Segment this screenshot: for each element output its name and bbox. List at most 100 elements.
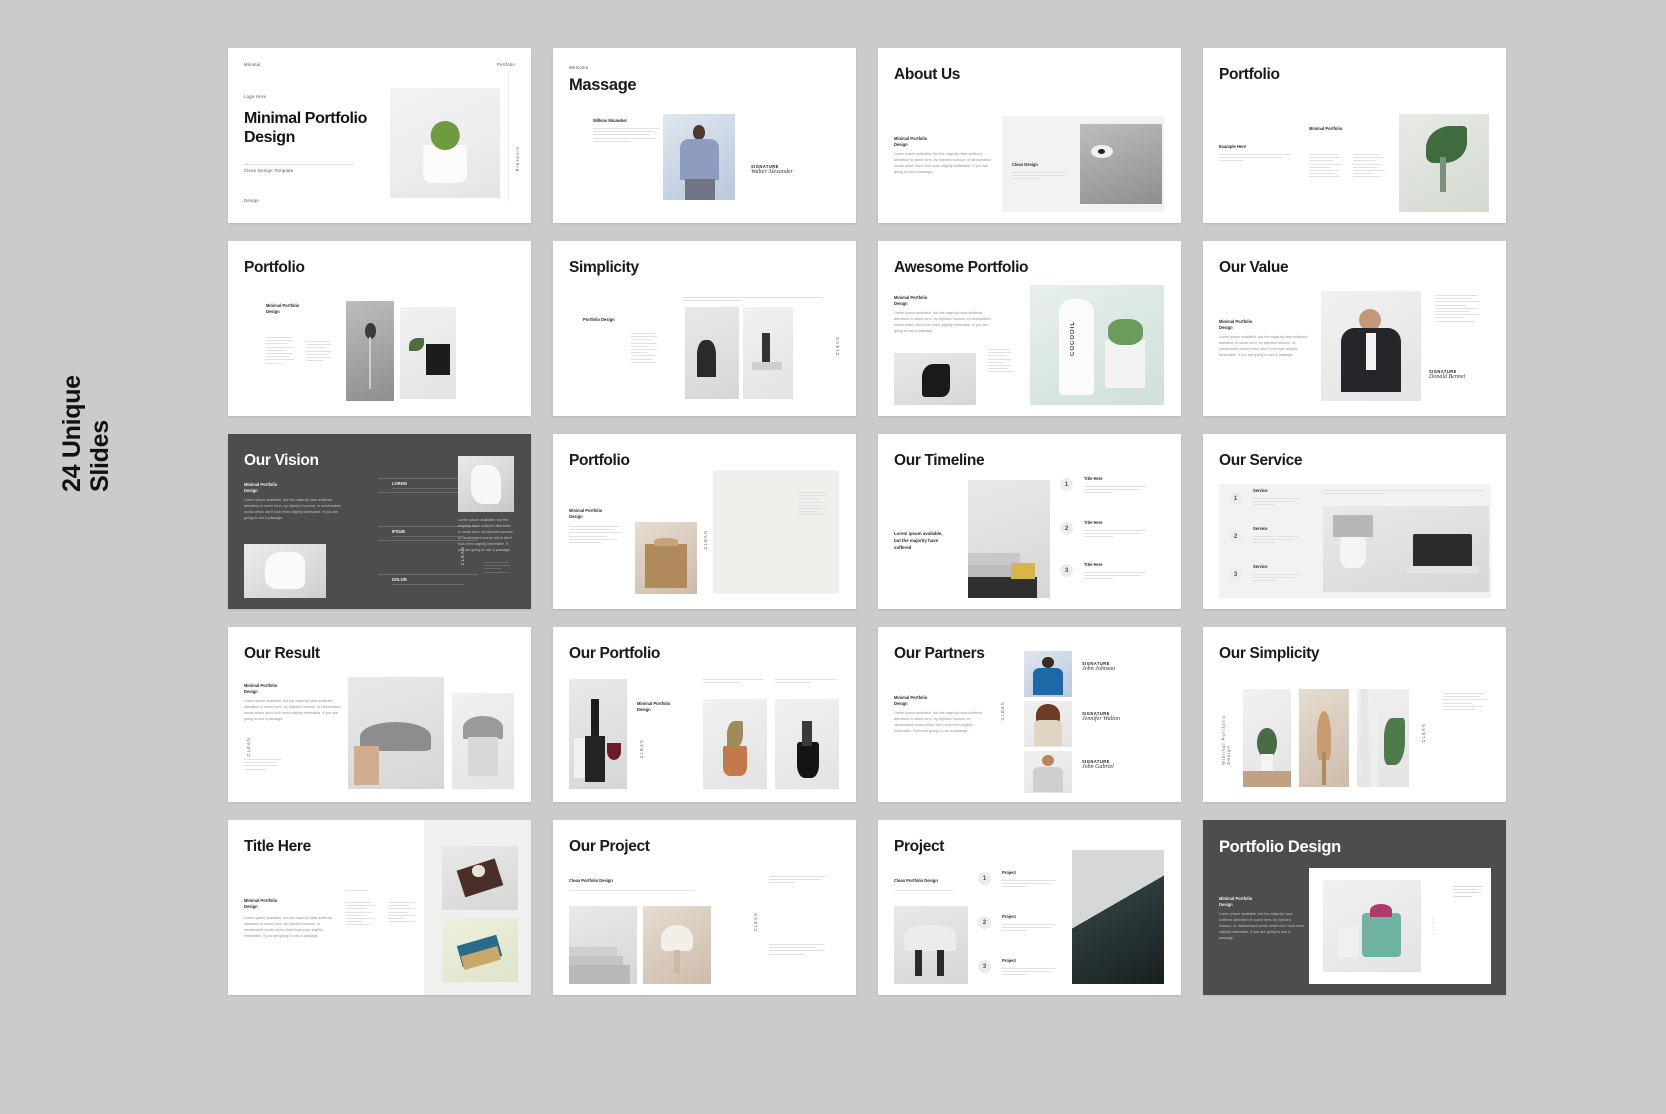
slide-3-subtitle: Minimal Portfolio Design bbox=[894, 136, 928, 148]
slide-thumbnail-10[interactable]: Portfolio Minimal Portfolio Design CLEAN bbox=[553, 434, 856, 609]
slide-1-title: Minimal Portfolio Design bbox=[244, 110, 367, 146]
slide-11-step-label-1: Title Here bbox=[1084, 476, 1103, 481]
slide-19-step-label-3: Project bbox=[1002, 958, 1016, 963]
slide-12-step-number-2: 2 bbox=[1229, 530, 1242, 543]
slide-thumbnail-19[interactable]: Project Clean Portfolio Design 1 Project… bbox=[878, 820, 1181, 995]
slide-thumbnail-6[interactable]: Simplicity Portfolio Design CLEAN bbox=[553, 241, 856, 416]
slides-grid: Minimal Portfolio Logo Here Minimal Port… bbox=[228, 48, 1508, 995]
slide-thumbnail-4[interactable]: Portfolio Example Here Minimal Portfolio bbox=[1203, 48, 1506, 223]
slide-7-image-b: COCOOIL bbox=[1030, 285, 1164, 405]
slide-15-partner-photo-3 bbox=[1024, 751, 1072, 793]
slide-10-lines-a bbox=[569, 526, 623, 545]
slide-16-image-b bbox=[1299, 689, 1349, 787]
slide-16-title: Our Simplicity bbox=[1219, 645, 1320, 662]
slide-9-list-label-3: DOLOR bbox=[392, 577, 407, 582]
slide-15-partner-photo-2 bbox=[1024, 701, 1072, 747]
slide-1-rule bbox=[508, 72, 509, 202]
slide-9-body: Lorem ipsum available, but the majority … bbox=[244, 498, 341, 520]
slide-17-image-b bbox=[442, 918, 518, 982]
slide-thumbnail-20[interactable]: Portfolio Design Minimal Portfolio Desig… bbox=[1203, 820, 1506, 995]
slide-thumbnail-18[interactable]: Our Project Clean Portfolio Design CLEAN bbox=[553, 820, 856, 995]
slide-14-subtitle: Minimal Portfolio Design bbox=[637, 701, 671, 713]
slide-5-title: Portfolio bbox=[244, 259, 305, 276]
slide-thumbnail-5[interactable]: Portfolio Minimal Portfolio Design bbox=[228, 241, 531, 416]
slide-thumbnail-9[interactable]: Our Vision Minimal Portfolio Design Lore… bbox=[228, 434, 531, 609]
slide-3-image bbox=[1080, 124, 1162, 204]
slide-14-image-b bbox=[703, 699, 767, 789]
slide-19-divider bbox=[894, 890, 954, 891]
slide-19-image-b bbox=[1072, 850, 1164, 984]
slide-10-vertical: CLEAN bbox=[703, 530, 708, 550]
slide-15-sig-name-1: John Johnson bbox=[1082, 666, 1116, 672]
slide-8-lines bbox=[1435, 295, 1483, 324]
slide-thumbnail-3[interactable]: About Us Minimal Portfolio Design Lorem … bbox=[878, 48, 1181, 223]
slide-18-image-b bbox=[643, 906, 711, 984]
slide-17-body: Lorem ipsum available, but the majority … bbox=[244, 916, 332, 938]
slide-19-step-number-2: 2 bbox=[978, 916, 991, 929]
slide-thumbnail-14[interactable]: Our Portfolio Minimal Portfolio Design C… bbox=[553, 627, 856, 802]
slide-20-title: Portfolio Design bbox=[1219, 838, 1341, 856]
slide-18-title: Our Project bbox=[569, 838, 650, 855]
slide-2-eyebrow: Welcome bbox=[569, 65, 589, 70]
slide-9-caption: Lorem ipsum available, but the majority … bbox=[458, 518, 514, 552]
slide-16-vertical-left: Minimal Portfolio Design bbox=[1221, 715, 1231, 765]
slide-16-vertical-right: CLEAN bbox=[1421, 723, 1426, 743]
slide-12-step-number-3: 3 bbox=[1229, 568, 1242, 581]
slide-9-list-item-3: DOLOR bbox=[378, 574, 478, 586]
slide-5-image-a bbox=[346, 301, 394, 401]
slide-9-image-b bbox=[458, 456, 514, 512]
slide-8-body: Lorem ipsum available, but the majority … bbox=[1219, 335, 1307, 357]
slide-19-step-number-1: 1 bbox=[978, 872, 991, 885]
slide-13-subtitle: Minimal Portfolio Design bbox=[244, 683, 278, 695]
slide-8-signature-name: Donald Bennet bbox=[1429, 374, 1466, 380]
slide-thumbnail-7[interactable]: Awesome Portfolio Minimal Portfolio Desi… bbox=[878, 241, 1181, 416]
slide-thumbnail-17[interactable]: Title Here Minimal Portfolio Design Lore… bbox=[228, 820, 531, 995]
slide-19-label: Clean Portfolio Design bbox=[894, 878, 938, 883]
slide-15-sig-name-3: John Gabriel bbox=[1082, 764, 1114, 770]
slide-7-subtitle: Minimal Portfolio Design bbox=[894, 295, 928, 307]
slide-3-panel-lines bbox=[1012, 172, 1068, 182]
slide-20-body: Lorem ipsum available, but the majority … bbox=[1219, 912, 1305, 940]
slide-thumbnail-16[interactable]: Our Simplicity Minimal Portfolio Design … bbox=[1203, 627, 1506, 802]
slide-9-title: Our Vision bbox=[244, 452, 319, 469]
slide-5-image-b bbox=[400, 307, 456, 399]
slide-thumbnail-12[interactable]: Our Service 1 Service 2 Service 3 Servic… bbox=[1203, 434, 1506, 609]
slide-3-panel-label: Clean Design bbox=[1012, 162, 1038, 167]
slide-3-body: Lorem ipsum available, but the majority … bbox=[894, 152, 991, 174]
deck-side-label: 24 Unique Slides bbox=[58, 375, 114, 492]
slide-6-title: Simplicity bbox=[569, 259, 639, 276]
slide-2-image bbox=[663, 114, 735, 200]
slide-2-text-lines bbox=[593, 128, 659, 144]
slide-12-title: Our Service bbox=[1219, 452, 1303, 469]
slide-12-step-label-2: Service bbox=[1253, 526, 1268, 531]
slide-11-image bbox=[968, 480, 1050, 598]
slide-6-lines bbox=[631, 333, 659, 365]
slide-thumbnail-2[interactable]: Welcome Massage Wilkins Micawber SIGNATU… bbox=[553, 48, 856, 223]
slide-2-signature-name: Walter Alexander bbox=[751, 169, 793, 175]
slide-9-lines bbox=[484, 562, 512, 575]
slide-15-body: Lorem ipsum available, but the majority … bbox=[894, 711, 982, 733]
slide-19-step-number-3: 3 bbox=[978, 960, 991, 973]
slide-11-step-label-3: Title Here bbox=[1084, 562, 1103, 567]
slide-12-image bbox=[1323, 506, 1489, 592]
slide-1-logo: Logo Here bbox=[244, 94, 267, 99]
slide-thumbnail-1[interactable]: Minimal Portfolio Logo Here Minimal Port… bbox=[228, 48, 531, 223]
slide-thumbnail-15[interactable]: Our Partners Minimal Portfolio Design Lo… bbox=[878, 627, 1181, 802]
slide-15-vertical: CLEAN bbox=[1000, 701, 1005, 721]
slide-15-partner-signature-2: SIGNATURE Jennifer Walton bbox=[1082, 711, 1120, 722]
slide-14-image-a bbox=[569, 679, 627, 789]
slide-17-title: Title Here bbox=[244, 838, 311, 855]
slide-15-subtitle: Minimal Portfolio Design bbox=[894, 695, 928, 707]
slide-9-subtitle: Minimal Portfolio Design bbox=[244, 482, 278, 494]
slide-11-note: Lorem ipsum available, but the majority … bbox=[894, 531, 943, 551]
slide-9-image-a bbox=[244, 544, 326, 598]
slide-thumbnail-11[interactable]: Our Timeline Lorem ipsum available, but … bbox=[878, 434, 1181, 609]
slide-6-label: Portfolio Design bbox=[583, 317, 615, 322]
slide-2-title: Massage bbox=[569, 76, 637, 94]
slide-1-divider bbox=[244, 164, 354, 165]
slide-4-lines-col2 bbox=[1353, 154, 1387, 180]
slide-13-image-a bbox=[348, 677, 444, 789]
slide-4-label-left: Example Here bbox=[1219, 144, 1247, 149]
slide-thumbnail-8[interactable]: Our Value Minimal Portfolio Design Lorem… bbox=[1203, 241, 1506, 416]
slide-thumbnail-13[interactable]: Our Result Minimal Portfolio Design Lore… bbox=[228, 627, 531, 802]
